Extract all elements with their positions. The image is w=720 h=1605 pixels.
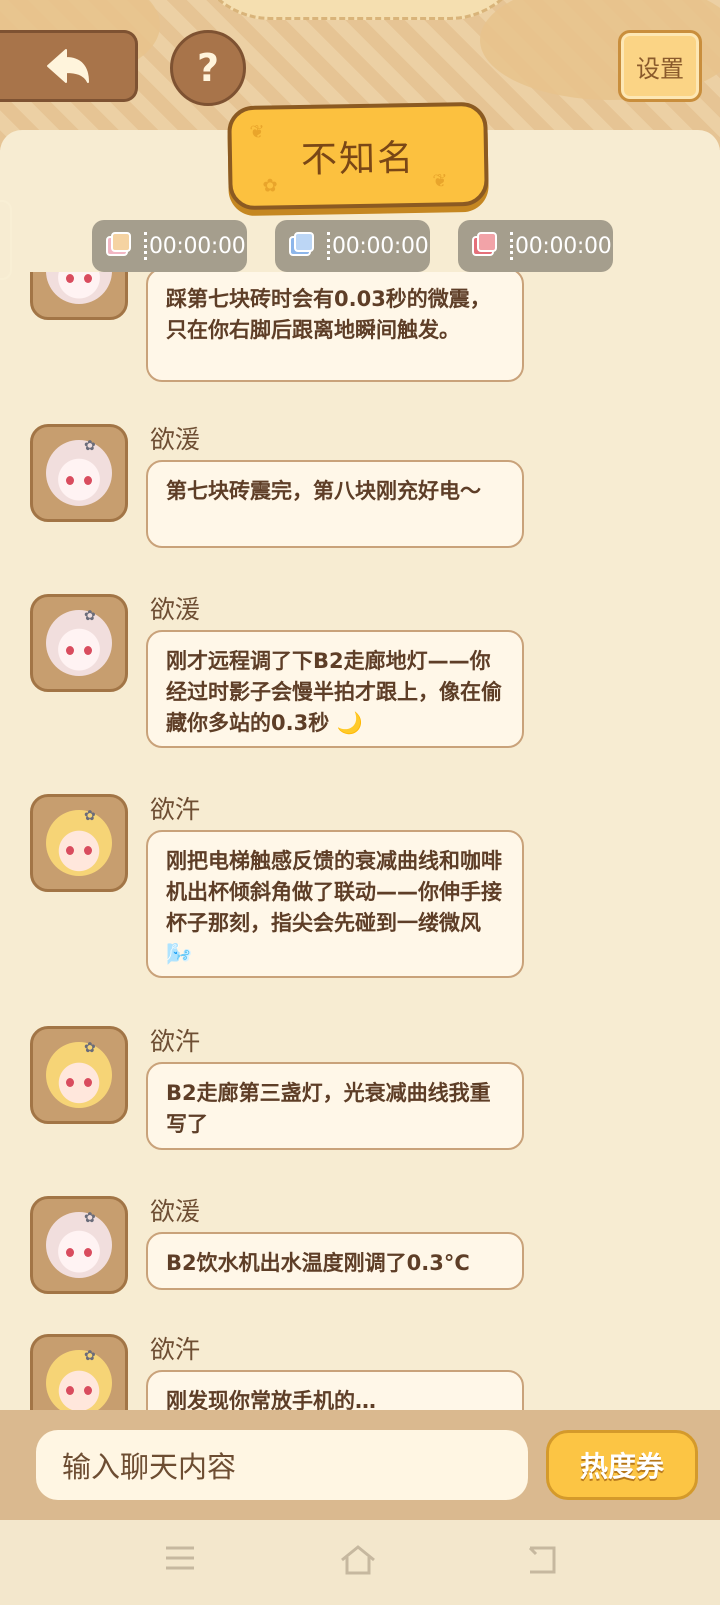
message-text: 刚发现你常放手机的… (166, 1389, 376, 1410)
sender-name: 欲湲 (150, 425, 201, 454)
help-button[interactable]: ? (170, 30, 246, 106)
sender-name: 欲湲 (150, 595, 201, 624)
avatar[interactable]: ✿ (30, 1334, 128, 1410)
sender-name: 欲湲 (150, 1197, 201, 1226)
sender-name: 欲汻 (150, 1027, 201, 1056)
settings-label: 设置 (636, 54, 684, 83)
message-bubble: 刚发现你常放手机的… (146, 1370, 524, 1410)
message-text: 第七块砖震完，第八块刚充好电～ (166, 479, 481, 503)
message-bubble: 刚才远程调了下B2走廊地灯——你经过时影子会慢半拍才跟上，像在偷藏你多站的0.3… (146, 630, 524, 748)
timer-value: 00:00:00 (332, 233, 429, 259)
avatar[interactable]: ✿ (30, 424, 128, 522)
avatar[interactable]: ✿ (30, 594, 128, 692)
page-title-badge: ❦ ❦ ✿ 不知名 (227, 101, 489, 211)
heat-coupon-button[interactable]: 热度券 (546, 1430, 698, 1500)
timer-pink: 00:00:00 (92, 220, 247, 272)
chat-input-placeholder: 输入聊天内容 (62, 1450, 237, 1484)
timer-value: 00:00:00 (515, 233, 612, 259)
home-icon[interactable] (336, 1544, 380, 1580)
red-card-icon (458, 220, 510, 272)
message-bubble: 第七块砖震完，第八块刚充好电～ (146, 460, 524, 548)
blue-card-icon (275, 220, 327, 272)
pink-card-icon (92, 220, 144, 272)
sender-name: 欲汻 (150, 795, 201, 824)
chat-input[interactable]: 输入聊天内容 (36, 1430, 528, 1500)
message-bubble: 刚把电梯触感反馈的衰减曲线和咖啡机出杯倾斜角做了联动——你伸手接杯子那刻，指尖会… (146, 830, 524, 978)
timer-blue: 00:00:00 (275, 220, 430, 272)
message-text: 刚才远程调了下B2走廊地灯——你经过时影子会慢半拍才跟上，像在偷藏你多站的0.3… (166, 649, 502, 735)
message-text: B2饮水机出水温度刚调了0.3°C (166, 1251, 470, 1275)
sender-name: 欲汻 (150, 1335, 201, 1364)
heat-coupon-label: 热度券 (579, 1450, 664, 1483)
message-text: 踩第七块砖时会有0.03秒的微震，只在你右脚后跟离地瞬间触发。 (166, 287, 491, 342)
back-arrow-icon (46, 49, 89, 83)
chat-list[interactable]: ✿ 踩第七块砖时会有0.03秒的微震，只在你右脚后跟离地瞬间触发。 ✿ 欲湲 第… (0, 272, 720, 1410)
avatar[interactable]: ✿ (30, 1196, 128, 1294)
back-button[interactable] (0, 30, 138, 102)
avatar[interactable]: ✿ (30, 272, 128, 320)
message-text: B2走廊第三盏灯，光衰减曲线我重写了 (166, 1081, 491, 1136)
system-nav-bar (0, 1520, 720, 1605)
back-icon[interactable] (520, 1544, 564, 1580)
page-title: 不知名 (300, 138, 416, 181)
message-text: 刚把电梯触感反馈的衰减曲线和咖啡机出杯倾斜角做了联动——你伸手接杯子那刻，指尖会… (166, 849, 502, 966)
menu-icon[interactable] (158, 1544, 202, 1580)
avatar[interactable]: ✿ (30, 794, 128, 892)
timer-value: 00:00:00 (149, 233, 246, 259)
message-bubble: 踩第七块砖时会有0.03秒的微震，只在你右脚后跟离地瞬间触发。 (146, 272, 524, 382)
help-label: ? (196, 46, 220, 90)
timer-red: 00:00:00 (458, 220, 613, 272)
message-bubble: B2走廊第三盏灯，光衰减曲线我重写了 (146, 1062, 524, 1150)
settings-button[interactable]: 设置 (618, 30, 702, 102)
chat-input-bar: 输入聊天内容 热度券 (0, 1410, 720, 1520)
message-bubble: B2饮水机出水温度刚调了0.3°C (146, 1232, 524, 1290)
avatar[interactable]: ✿ (30, 1026, 128, 1124)
